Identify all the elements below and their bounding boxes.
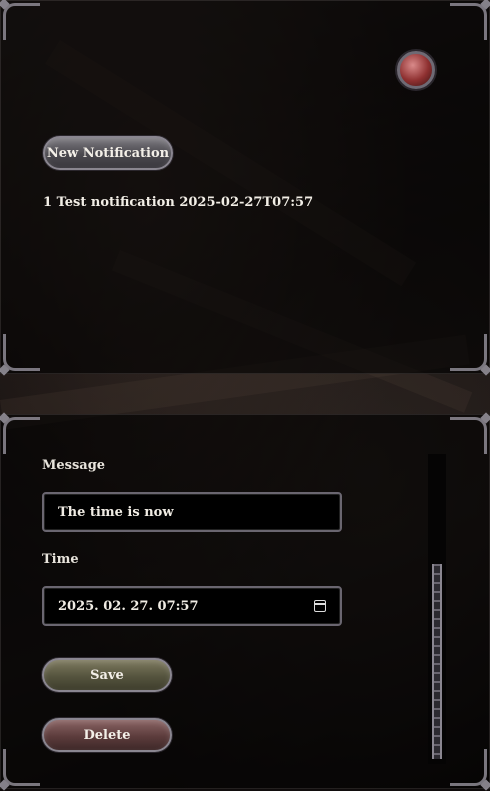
frame-corner-ornament xyxy=(3,334,40,371)
scrollbar-thumb[interactable] xyxy=(432,564,442,759)
red-orb-icon[interactable] xyxy=(397,51,435,89)
new-notification-label: New Notification xyxy=(46,145,170,161)
frame-corner-ornament xyxy=(3,417,40,454)
time-label: Time xyxy=(42,552,79,567)
delete-button[interactable]: Delete xyxy=(42,718,172,752)
message-input[interactable]: The time is now xyxy=(42,492,342,532)
notification-list-item[interactable]: 1 Test notification 2025-02-27T07:57 xyxy=(43,195,313,210)
frame-corner-ornament xyxy=(450,3,487,40)
frame-corner-ornament xyxy=(450,417,487,454)
delete-button-label: Delete xyxy=(83,727,131,743)
notifications-panel: New Notification 1 Test notification 202… xyxy=(0,0,490,374)
frame-corner-ornament xyxy=(3,749,40,786)
frame-corner-ornament xyxy=(450,749,487,786)
calendar-icon[interactable] xyxy=(314,600,326,612)
save-button[interactable]: Save xyxy=(42,658,172,692)
frame-corner-ornament xyxy=(3,3,40,40)
new-notification-button[interactable]: New Notification xyxy=(43,136,173,170)
message-input-value: The time is now xyxy=(58,504,174,520)
time-input[interactable]: 2025. 02. 27. 07:57 xyxy=(42,586,342,626)
time-input-value: 2025. 02. 27. 07:57 xyxy=(58,598,199,614)
scrollbar-track[interactable] xyxy=(428,454,446,764)
frame-corner-ornament xyxy=(450,334,487,371)
save-button-label: Save xyxy=(90,667,124,683)
message-label: Message xyxy=(42,458,106,473)
